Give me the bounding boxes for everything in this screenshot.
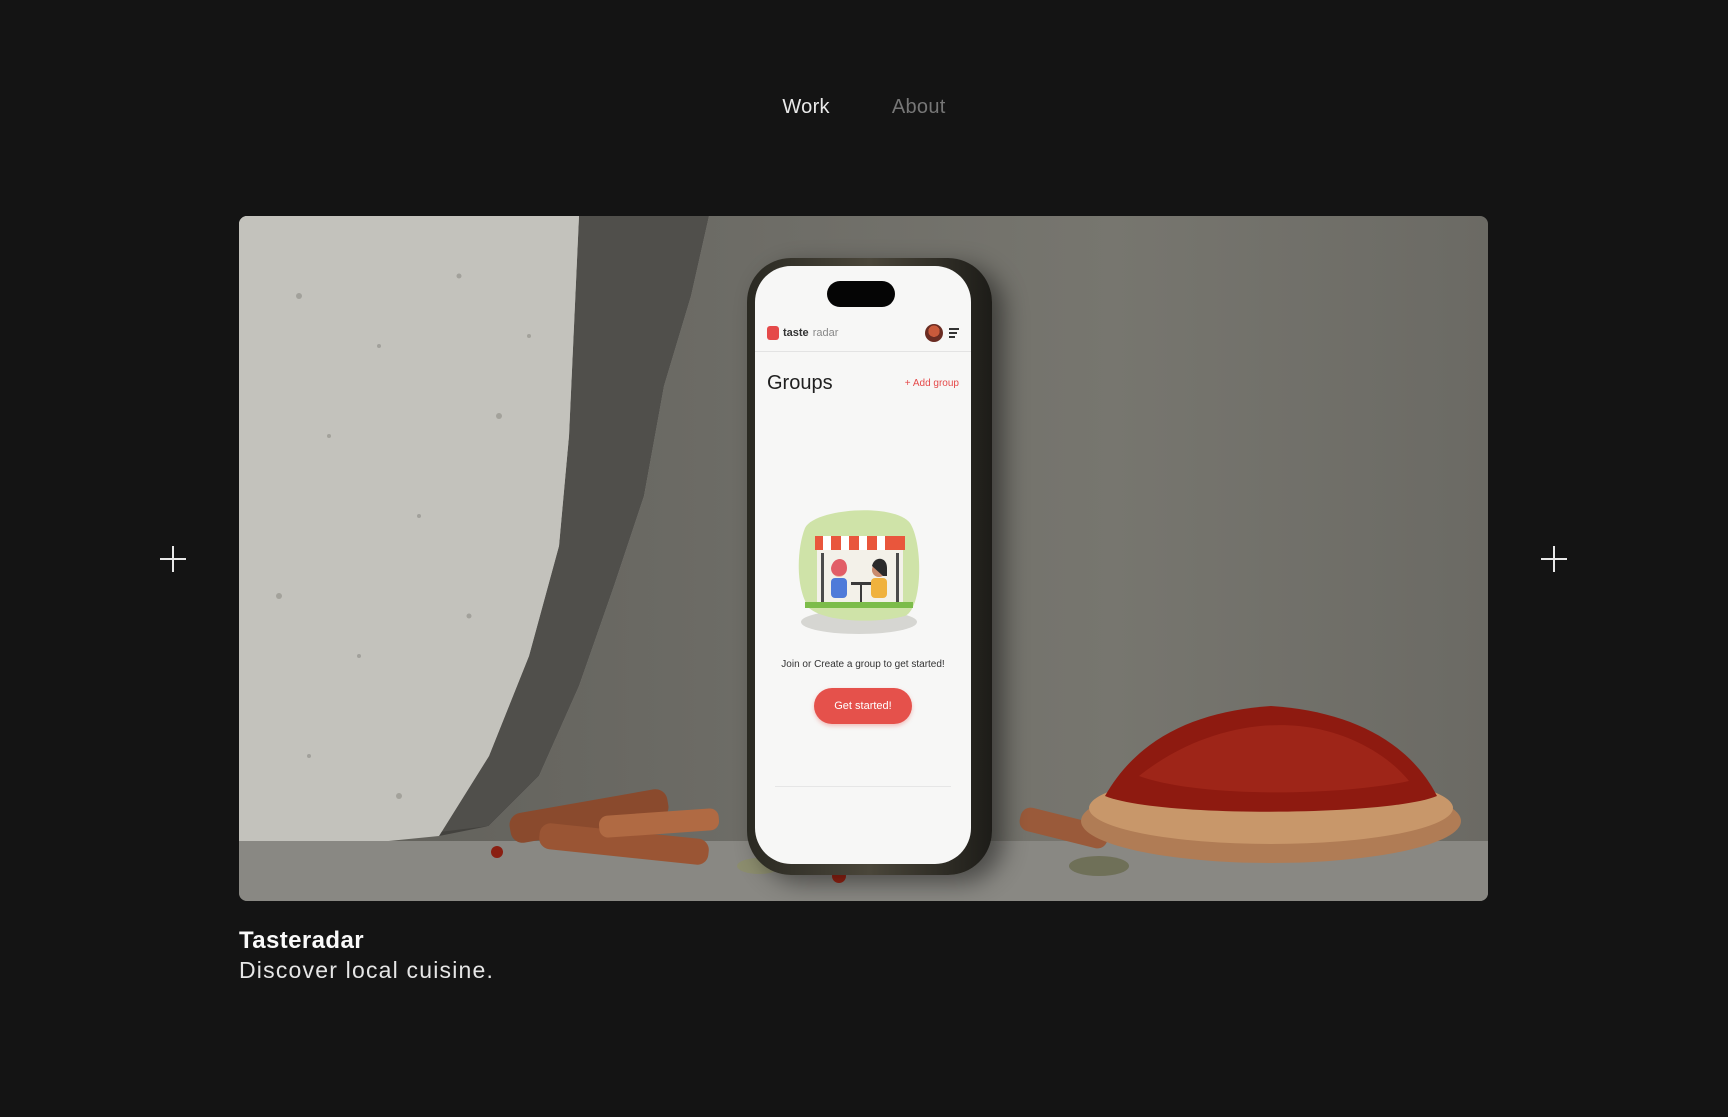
main-nav: Work About — [0, 96, 1728, 119]
dynamic-island — [827, 281, 895, 307]
next-plus-icon[interactable] — [1541, 546, 1567, 572]
empty-state-prompt: Join or Create a group to get started! — [781, 659, 945, 670]
app-header: taste radar — [755, 314, 971, 352]
groups-title: Groups — [767, 372, 833, 394]
tasteradar-logo-icon — [767, 325, 779, 340]
logo-bold-text: taste — [783, 326, 809, 339]
project-hero-image[interactable]: taste radar Groups + Add group Join or C… — [239, 216, 1488, 901]
divider — [775, 786, 951, 787]
phone-mockup: taste radar Groups + Add group Join or C… — [747, 258, 992, 875]
project-title[interactable]: Tasteradar — [239, 927, 364, 955]
avatar — [925, 323, 943, 342]
app-logo: taste radar — [767, 325, 839, 340]
phone-screen: taste radar Groups + Add group Join or C… — [755, 266, 971, 864]
add-group-link: + Add group — [904, 378, 959, 389]
menu-icon — [949, 328, 959, 338]
cafe-illustration — [798, 510, 920, 634]
nav-link-about[interactable]: About — [892, 96, 946, 119]
project-subtitle: Discover local cuisine. — [239, 957, 495, 983]
logo-light-text: radar — [812, 326, 839, 339]
get-started-button: Get started! — [814, 688, 912, 724]
nav-link-work[interactable]: Work — [782, 96, 830, 119]
previous-plus-icon[interactable] — [160, 546, 186, 572]
